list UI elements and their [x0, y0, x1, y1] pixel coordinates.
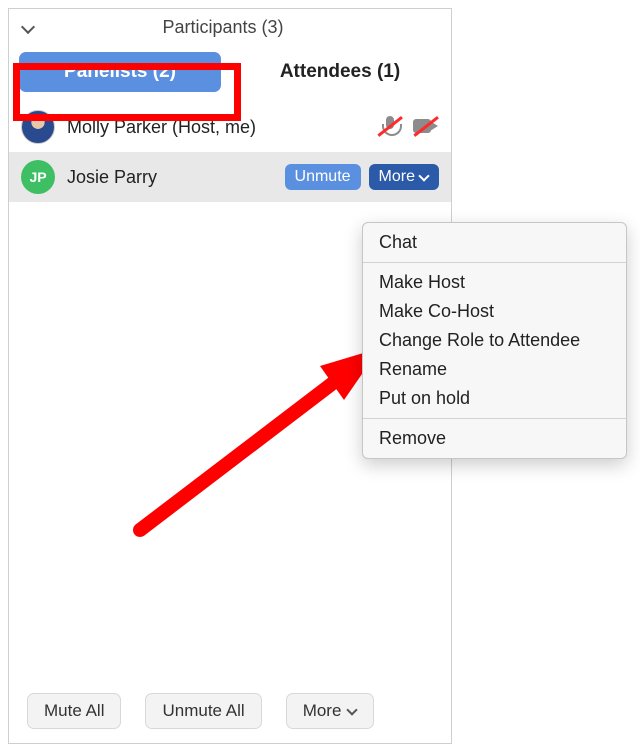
bottom-more-label: More [303, 701, 342, 721]
avatar: JP [21, 160, 55, 194]
menu-item-make-co-host[interactable]: Make Co-Host [363, 297, 626, 326]
unmute-label: Unmute [295, 168, 351, 186]
row-actions: Unmute More [285, 164, 439, 190]
menu-item-chat[interactable]: Chat [363, 228, 626, 257]
more-label: More [379, 168, 415, 186]
chevron-down-icon [347, 706, 357, 716]
avatar-initials: JP [29, 169, 46, 185]
menu-item-change-role[interactable]: Change Role to Attendee [363, 326, 626, 355]
mic-muted-icon[interactable] [377, 116, 403, 138]
tabs-row: Panelists (2) Attendees (1) [9, 44, 451, 102]
menu-item-remove[interactable]: Remove [363, 424, 626, 453]
bottom-more-button[interactable]: More [286, 693, 375, 729]
bottom-bar: Mute All Unmute All More [9, 679, 451, 743]
menu-item-put-on-hold[interactable]: Put on hold [363, 384, 626, 413]
participant-name: Josie Parry [67, 167, 273, 188]
menu-item-rename[interactable]: Rename [363, 355, 626, 384]
tab-panelists-label: Panelists (2) [64, 61, 176, 82]
tab-attendees-label: Attendees (1) [280, 61, 400, 82]
cam-off-icon[interactable] [413, 116, 439, 138]
participant-row[interactable]: JP Josie Parry Unmute More [9, 152, 451, 202]
chevron-down-icon [419, 172, 429, 182]
mute-all-label: Mute All [44, 701, 104, 721]
tab-panelists[interactable]: Panelists (2) [19, 52, 221, 92]
unmute-button[interactable]: Unmute [285, 164, 361, 190]
more-dropdown-menu: Chat Make Host Make Co-Host Change Role … [362, 222, 627, 459]
unmute-all-button[interactable]: Unmute All [145, 693, 261, 729]
tab-attendees[interactable]: Attendees (1) [239, 52, 441, 92]
participant-name: Molly Parker (Host, me) [67, 117, 365, 138]
panel-header: Participants (3) [9, 9, 451, 44]
menu-item-make-host[interactable]: Make Host [363, 268, 626, 297]
status-icons [377, 116, 439, 138]
unmute-all-label: Unmute All [162, 701, 244, 721]
menu-separator [363, 262, 626, 263]
more-button[interactable]: More [369, 164, 439, 190]
collapse-icon[interactable] [21, 21, 35, 35]
avatar [21, 110, 55, 144]
menu-separator [363, 418, 626, 419]
participant-row[interactable]: Molly Parker (Host, me) [9, 102, 451, 152]
panel-title: Participants (3) [35, 17, 411, 38]
mute-all-button[interactable]: Mute All [27, 693, 121, 729]
